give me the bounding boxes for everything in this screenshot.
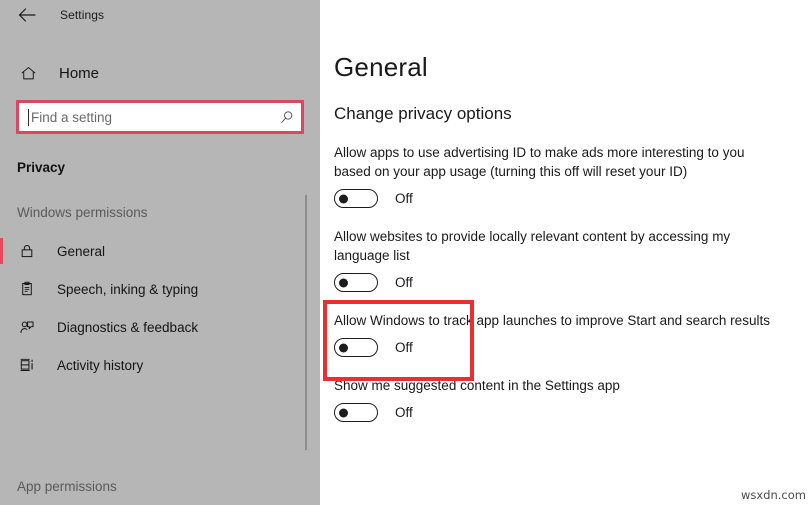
sidebar-nav-list: General Speech, inking & typing Diagnost… xyxy=(0,232,320,384)
sidebar-item-speech-inking-typing[interactable]: Speech, inking & typing xyxy=(0,270,320,308)
setting-toggle-row: Off xyxy=(334,189,811,208)
section-heading: Change privacy options xyxy=(334,104,512,123)
setting-description: Allow apps to use advertising ID to make… xyxy=(334,145,745,179)
watermark: wsxdn.com xyxy=(740,488,806,502)
setting-toggle-row: Off xyxy=(334,403,811,422)
setting-toggle-row: Off xyxy=(334,273,811,292)
sidebar-item-general[interactable]: General xyxy=(0,232,320,270)
sidebar-item-label: Diagnostics & feedback xyxy=(57,319,199,335)
setting-description: Allow Windows to track app launches to i… xyxy=(334,313,770,328)
setting-description: Allow websites to provide locally releva… xyxy=(334,229,731,263)
sidebar: Settings Home Privacy Windows permi xyxy=(0,0,320,505)
sidebar-item-label: General xyxy=(57,243,106,259)
search-box[interactable] xyxy=(16,100,304,134)
search-icon[interactable] xyxy=(277,108,295,126)
settings-window: Settings Home Privacy Windows permi xyxy=(0,0,811,505)
sidebar-item-label: Activity history xyxy=(57,357,144,373)
toggle-track-app-launches[interactable] xyxy=(334,338,378,357)
app-title: Settings xyxy=(60,8,105,22)
selection-indicator xyxy=(0,238,3,264)
toggle-state-label: Off xyxy=(395,405,413,420)
toggle-state-label: Off xyxy=(395,340,413,355)
toggle-knob xyxy=(339,194,348,203)
page-title: General xyxy=(334,52,428,82)
clipboard-icon xyxy=(17,279,37,299)
home-icon xyxy=(18,63,38,83)
timeline-icon xyxy=(17,355,37,375)
setting-description: Show me suggested content in the Setting… xyxy=(334,378,620,393)
toggle-knob xyxy=(339,408,348,417)
title-bar: Settings xyxy=(0,0,320,30)
toggle-knob xyxy=(339,278,348,287)
toggle-state-label: Off xyxy=(395,275,413,290)
category-title: Privacy xyxy=(17,160,66,175)
setting-advertising-id: Allow apps to use advertising ID to make… xyxy=(334,143,811,208)
sidebar-item-home[interactable]: Home xyxy=(0,58,320,88)
toggle-language-list[interactable] xyxy=(334,273,378,292)
setting-suggested-content: Show me suggested content in the Setting… xyxy=(334,376,811,422)
toggle-knob xyxy=(339,343,348,352)
person-feedback-icon xyxy=(17,317,37,337)
main-content: General Change privacy options Allow app… xyxy=(320,0,811,505)
setting-track-app-launches: Allow Windows to track app launches to i… xyxy=(323,300,811,381)
sidebar-item-label: Speech, inking & typing xyxy=(57,281,199,297)
sidebar-scrollbar[interactable] xyxy=(305,195,307,450)
section-label-windows-permissions: Windows permissions xyxy=(17,205,148,220)
lock-icon xyxy=(17,241,37,261)
section-label-app-permissions: App permissions xyxy=(17,479,117,494)
setting-language-list: Allow websites to provide locally releva… xyxy=(334,227,811,292)
sidebar-item-diagnostics-feedback[interactable]: Diagnostics & feedback xyxy=(0,308,320,346)
home-label: Home xyxy=(59,64,100,82)
search-input[interactable] xyxy=(29,103,277,131)
sidebar-item-activity-history[interactable]: Activity history xyxy=(0,346,320,384)
setting-toggle-row: Off xyxy=(334,338,811,357)
toggle-advertising-id[interactable] xyxy=(334,189,378,208)
back-arrow-icon[interactable] xyxy=(14,2,40,28)
toggle-state-label: Off xyxy=(395,191,413,206)
toggle-suggested-content[interactable] xyxy=(334,403,378,422)
